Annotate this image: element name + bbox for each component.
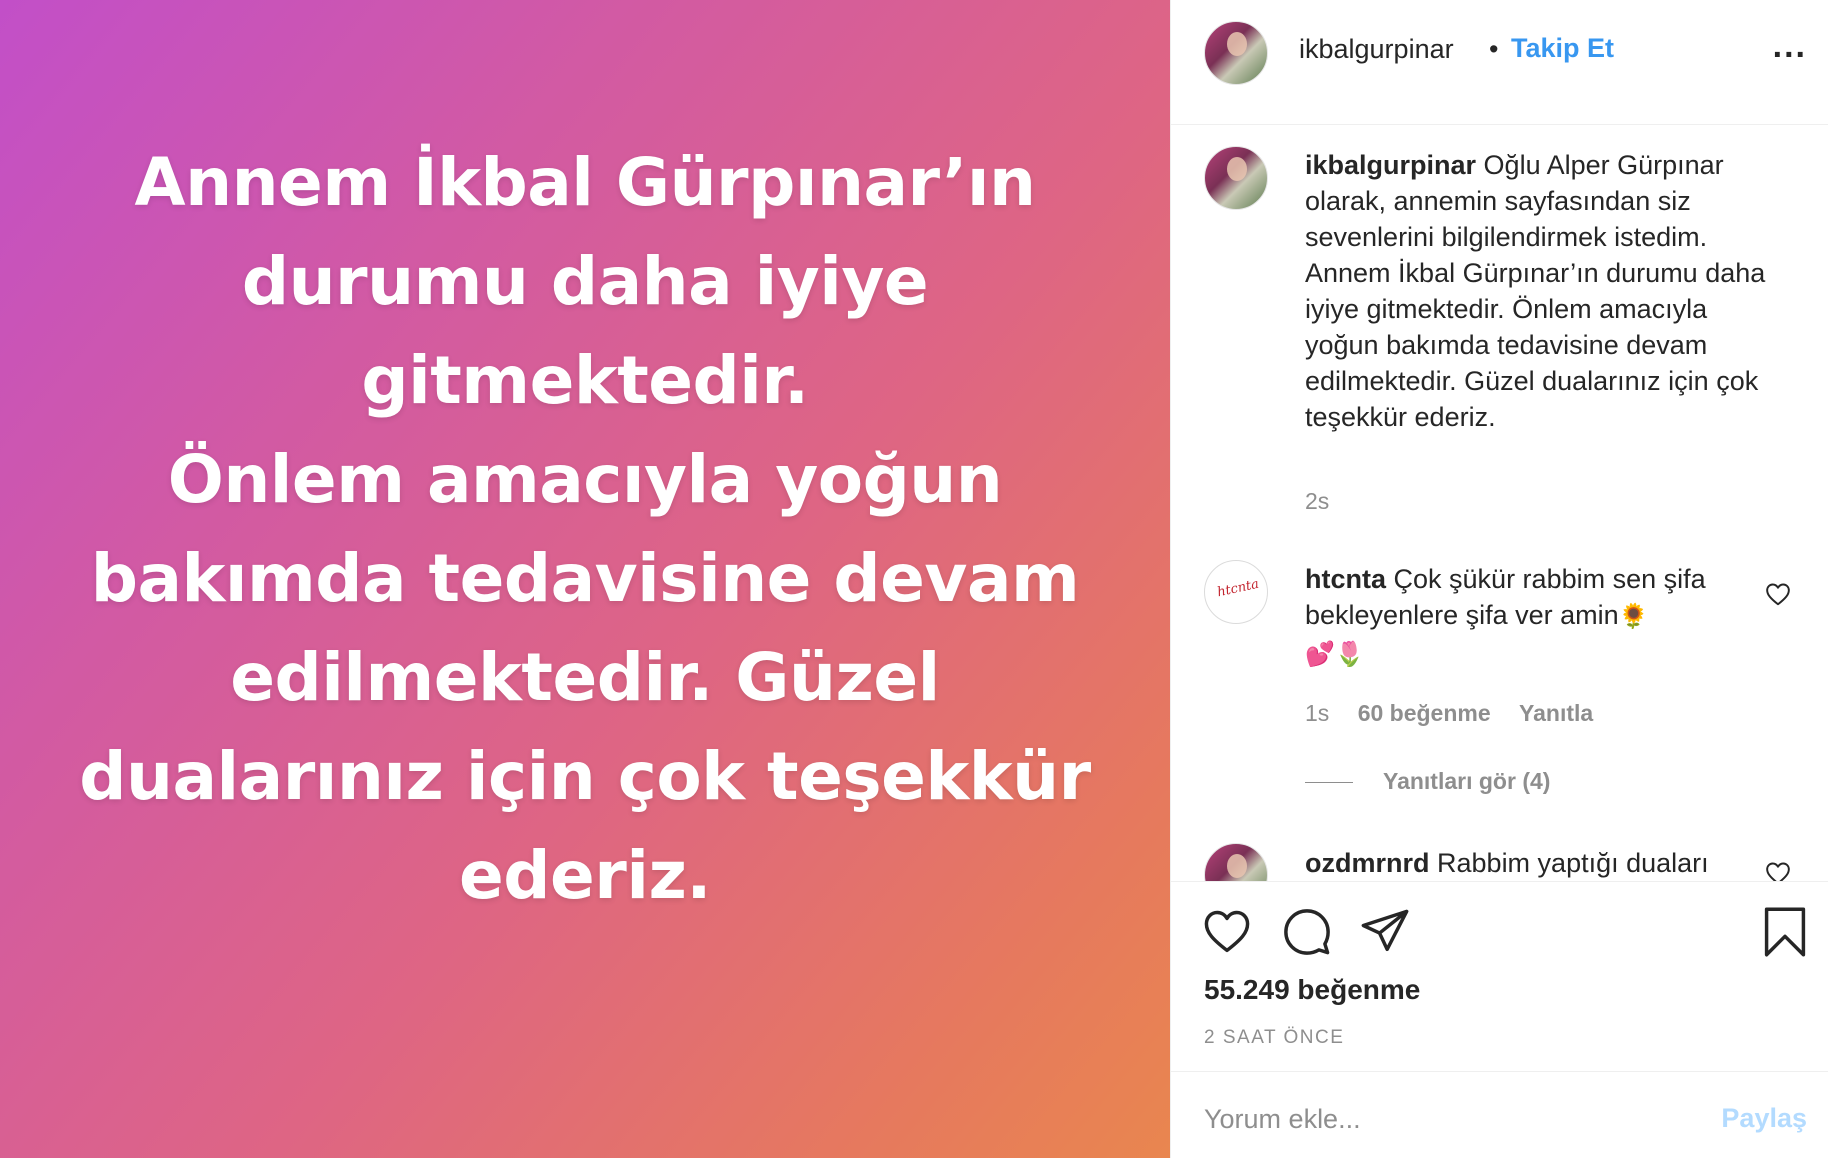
likes-count[interactable]: 55.249 beğenme	[1204, 974, 1420, 1006]
post-media[interactable]: Annem İkbal Gürpınar’ın durumu daha iyiy…	[0, 0, 1170, 1158]
comment-username[interactable]: htcnta	[1305, 564, 1386, 594]
bookmark-icon[interactable]	[1759, 906, 1811, 958]
author-username[interactable]: ikbalgurpinar	[1299, 34, 1454, 65]
paper-plane-icon[interactable]	[1359, 906, 1411, 958]
comment-avatar-htcnta[interactable]: htcnta	[1204, 560, 1268, 624]
post-image-text: Annem İkbal Gürpınar’ın durumu daha iyiy…	[79, 144, 1091, 914]
add-comment-bar: Paylaş	[1171, 1071, 1828, 1159]
view-replies-button[interactable]: Yanıtları gör (4)	[1305, 768, 1550, 795]
comment-meta: 1s 60 beğenme Yanıtla	[1305, 700, 1615, 727]
comment-age: 1s	[1305, 700, 1330, 726]
caption-text: Oğlu Alper Gürpınar olarak, annemin sayf…	[1305, 150, 1766, 432]
caption: ikbalgurpinar Oğlu Alper Gürpınar olarak…	[1305, 147, 1785, 435]
comment-like-heart-icon[interactable]	[1765, 861, 1791, 881]
sunflower-emoji: 🌻	[1618, 603, 1649, 630]
author-avatar[interactable]	[1204, 21, 1268, 85]
heart-tulip-emoji: 💕🌷	[1305, 641, 1365, 668]
heart-icon[interactable]	[1201, 906, 1253, 958]
post-timestamp: 2 SAAT ÖNCE	[1204, 1027, 1345, 1048]
action-bar: 55.249 beğenme 2 SAAT ÖNCE	[1171, 881, 1828, 1072]
comment-item: ozdmrnrd Rabbim yaptığı duaları	[1305, 845, 1785, 881]
caption-username[interactable]: ikbalgurpinar	[1305, 150, 1476, 180]
comment-text: Rabbim yaptığı duaları	[1437, 848, 1709, 878]
follow-button[interactable]: Takip Et	[1511, 33, 1614, 64]
comments-list[interactable]: ikbalgurpinar Oğlu Alper Gürpınar olarak…	[1171, 125, 1828, 881]
comment-avatar-ozdmrnrd[interactable]	[1204, 843, 1268, 881]
comment-likes[interactable]: 60 beğenme	[1358, 700, 1491, 726]
comment-username[interactable]: ozdmrnrd	[1305, 848, 1430, 878]
caption-age: 2s	[1305, 488, 1330, 514]
post-header: ikbalgurpinar • Takip Et ...	[1171, 0, 1828, 125]
comment-item: htcnta Çok şükür rabbim sen şifa bekleye…	[1305, 561, 1785, 673]
htcnta-logo: htcnta	[1215, 576, 1261, 601]
comment-icon[interactable]	[1281, 906, 1333, 958]
replies-line	[1305, 782, 1353, 784]
caption-meta: 2s	[1305, 488, 1351, 515]
reply-button[interactable]: Yanıtla	[1519, 700, 1593, 726]
post-comment-button[interactable]: Paylaş	[1721, 1103, 1807, 1134]
comment-like-heart-icon[interactable]	[1765, 582, 1791, 606]
view-replies-label: Yanıtları gör (4)	[1383, 768, 1551, 794]
separator-dot: •	[1489, 34, 1499, 64]
comment-input[interactable]	[1204, 1102, 1684, 1136]
more-options-icon[interactable]: ...	[1773, 29, 1807, 63]
post-side-panel: ikbalgurpinar • Takip Et ... ikbalgurpin…	[1170, 0, 1828, 1158]
caption-avatar[interactable]	[1204, 146, 1268, 210]
